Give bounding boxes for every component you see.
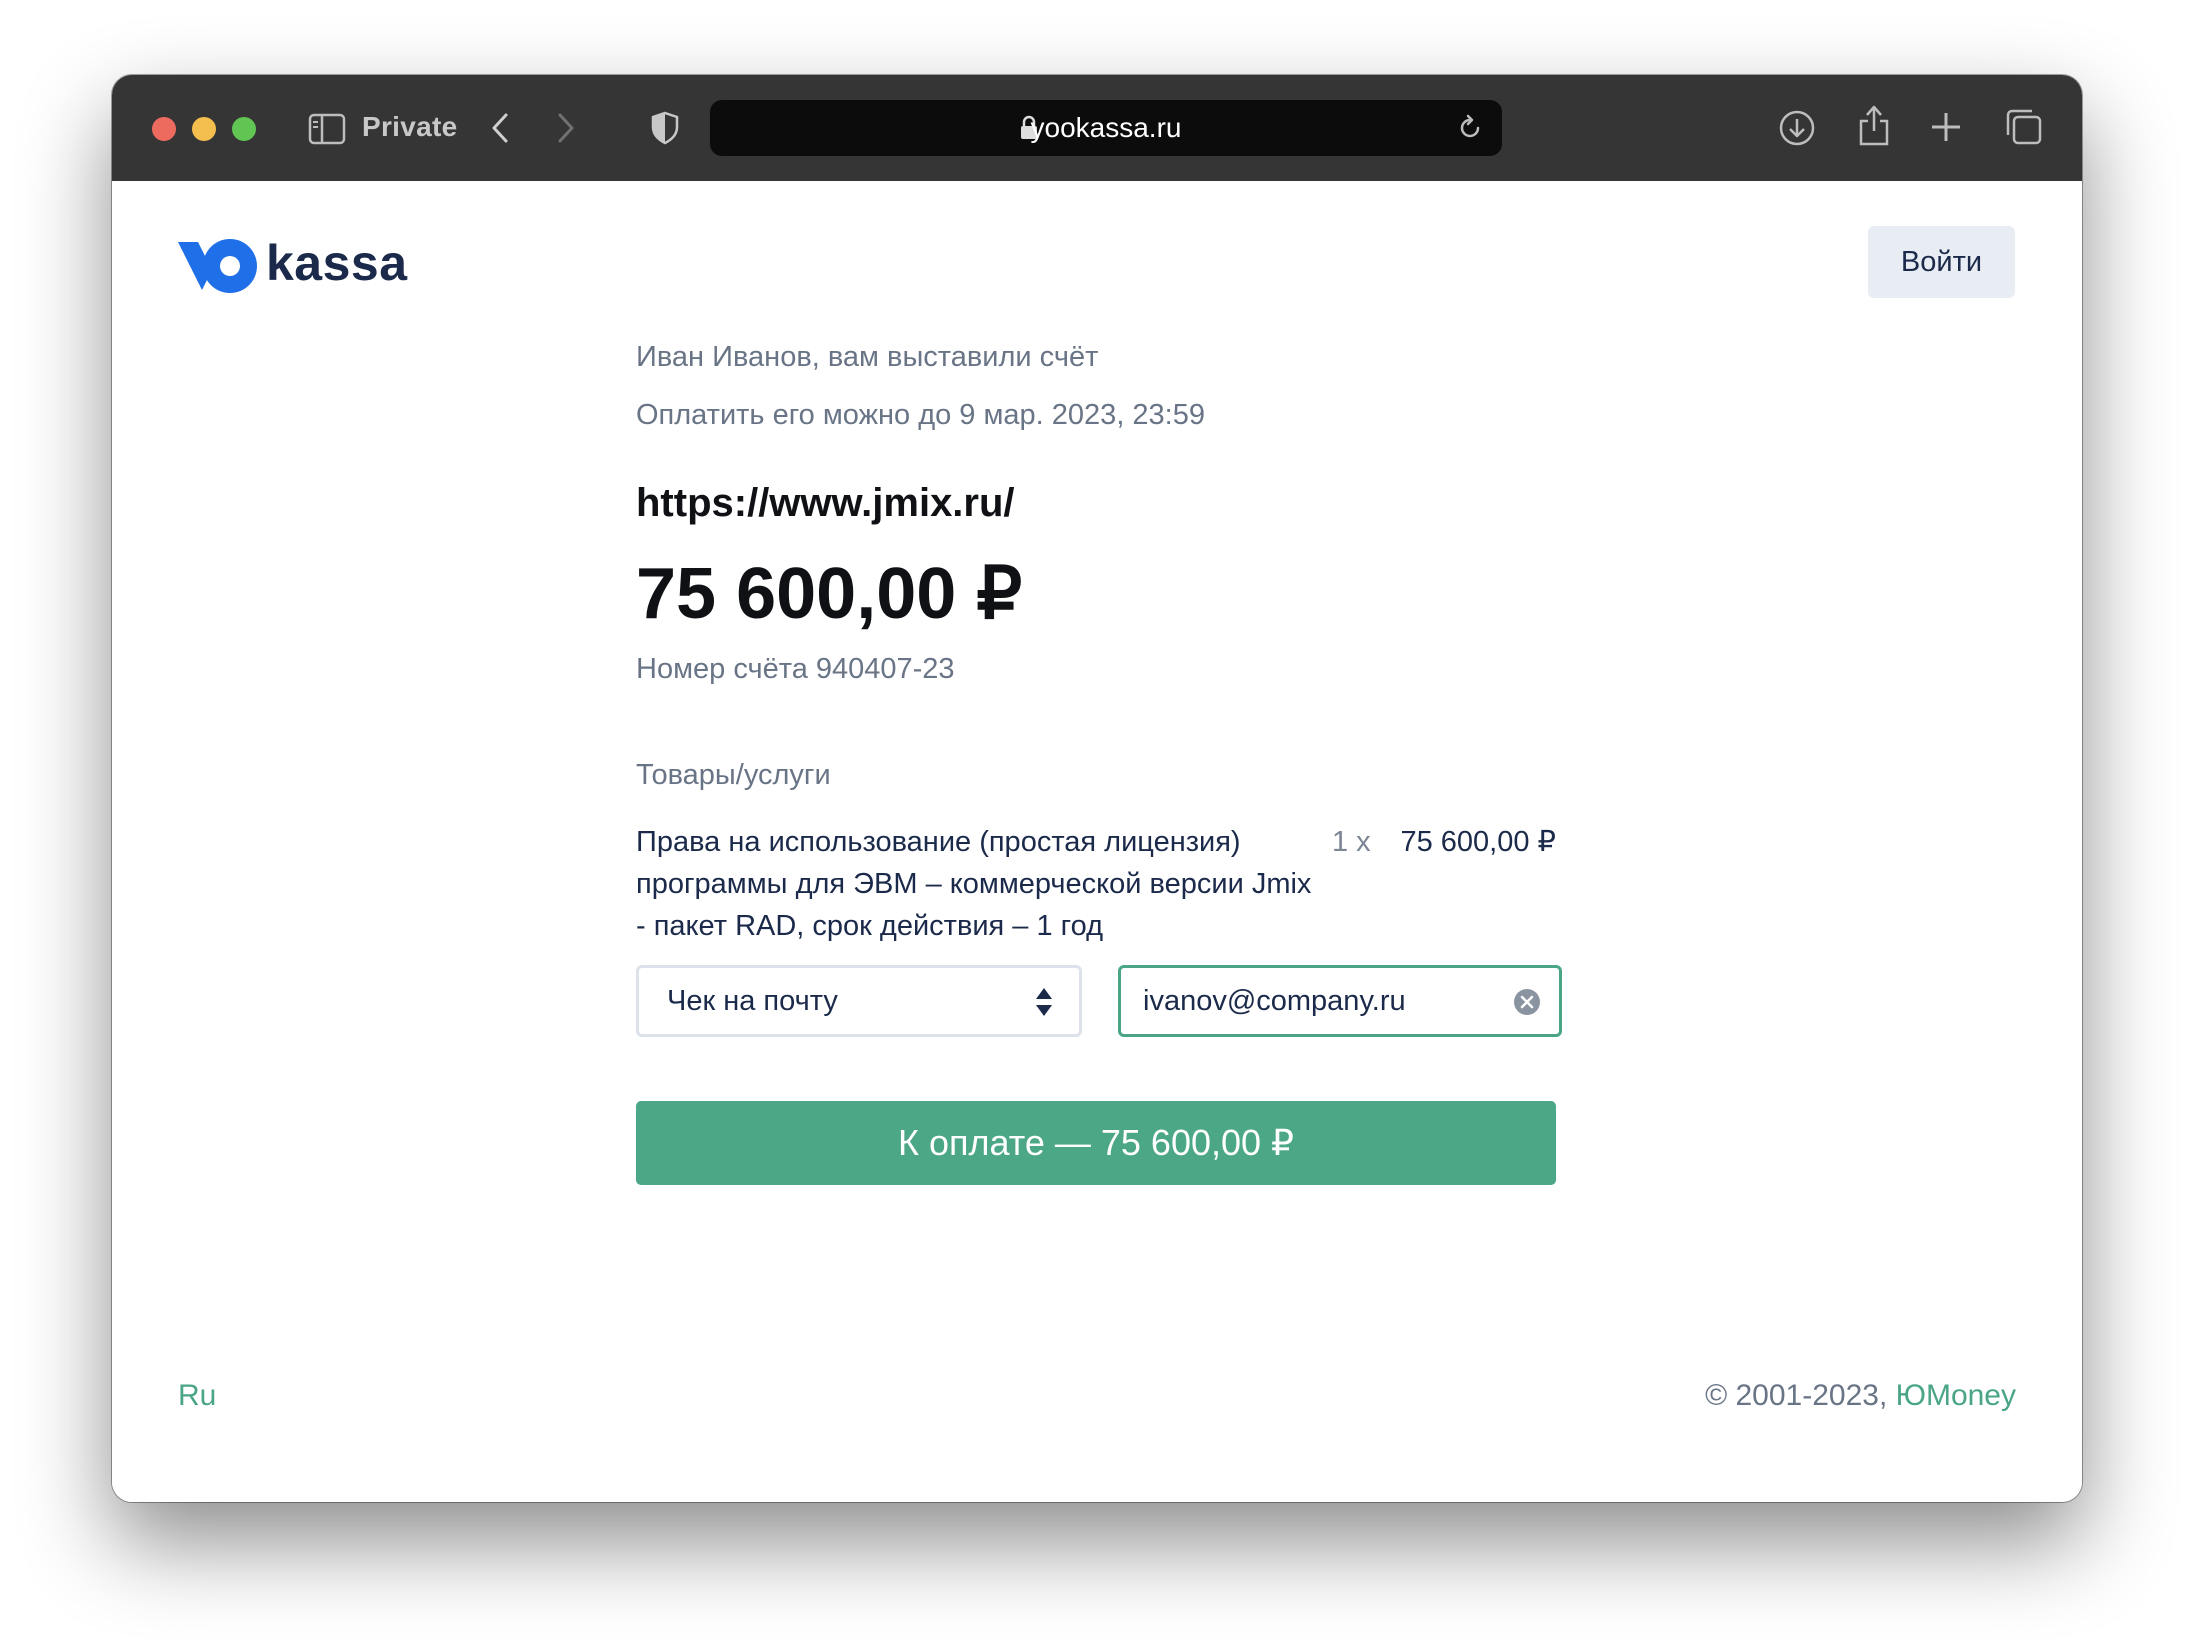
goods-section-title: Товары/услуги	[636, 759, 831, 791]
item-name: Права на использование (простая лицензия…	[636, 826, 1312, 942]
back-icon[interactable]	[488, 111, 512, 145]
address-bar[interactable]: yookassa.ru	[710, 100, 1502, 156]
payment-deadline: Оплатить его можно до 9 мар. 2023, 23:59	[636, 399, 1205, 431]
select-arrows-icon	[1035, 986, 1053, 1023]
invoice-amount: 75 600,00 ₽	[636, 554, 1023, 634]
item-quantity: 1 x	[1332, 826, 1371, 858]
pay-button[interactable]: К оплате — 75 600,00 ₽	[636, 1101, 1556, 1185]
yookassa-logo-icon	[178, 239, 257, 293]
copyright: © 2001-2023, ЮMoney	[1705, 1379, 2016, 1413]
email-field[interactable]	[1118, 965, 1562, 1037]
invoice-number: Номер счёта 940407-23	[636, 653, 955, 685]
tab-overview-icon[interactable]	[2004, 107, 2044, 147]
invoice-greeting: Иван Иванов, вам выставили счёт	[636, 341, 1099, 373]
private-mode-label: Private	[362, 111, 458, 142]
minimize-window-button[interactable]	[192, 117, 216, 141]
item-price: 75 600,00 ₽	[1400, 826, 1556, 858]
language-switch[interactable]: Ru	[178, 1379, 216, 1413]
reload-icon[interactable]	[1456, 114, 1484, 147]
email-input[interactable]	[1143, 968, 1483, 1034]
sidebar-icon[interactable]	[308, 113, 346, 145]
logo-text: kassa	[266, 235, 408, 291]
privacy-shield-icon[interactable]	[650, 111, 680, 145]
page-content: kassa Войти Иван Иванов, вам выставили с…	[112, 181, 2082, 1502]
yoomoney-link[interactable]: ЮMoney	[1896, 1379, 2016, 1412]
merchant-name: https://www.jmix.ru/	[636, 481, 1015, 525]
receipt-method-value: Чек на почту	[667, 985, 838, 1017]
url-text: yookassa.ru	[1030, 112, 1182, 143]
clear-input-icon[interactable]	[1513, 988, 1541, 1021]
login-button[interactable]: Войти	[1868, 226, 2015, 298]
browser-toolbar: Private yookassa.ru	[112, 75, 2082, 182]
share-icon[interactable]	[1856, 103, 1892, 147]
new-tab-icon[interactable]	[1928, 109, 1964, 145]
downloads-icon[interactable]	[1778, 109, 1816, 147]
close-window-button[interactable]	[152, 117, 176, 141]
forward-icon[interactable]	[554, 111, 578, 145]
browser-window: Private yookassa.ru kassa Войти Иван Ива…	[112, 75, 2082, 1502]
zoom-window-button[interactable]	[232, 117, 256, 141]
copyright-text: © 2001-2023,	[1705, 1379, 1896, 1412]
receipt-method-select[interactable]: Чек на почту	[636, 965, 1082, 1037]
